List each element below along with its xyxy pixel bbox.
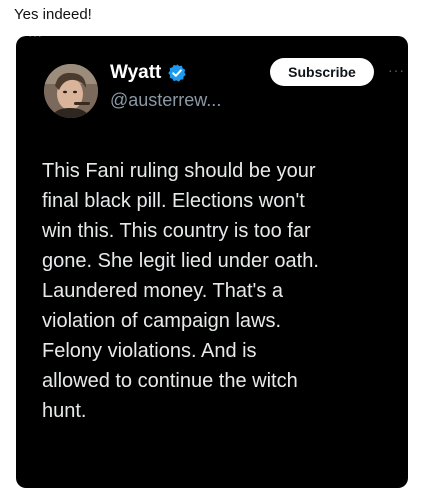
post-caption: Yes indeed! [14,6,92,23]
tweet-text: This Fani ruling should be your final bl… [42,160,319,422]
avatar-image [44,64,98,118]
subscribe-button[interactable]: Subscribe [270,58,374,86]
author-handle[interactable]: @austerrew... [110,90,221,111]
avatar[interactable] [44,64,98,118]
more-horizontal-icon[interactable]: ··· [388,62,405,78]
tweet-embed-card[interactable]: ··· Wyatt @austerrew... Subscribe ··· Th… [16,36,408,488]
cropped-header-text: ··· [28,36,43,43]
author-display-name[interactable]: Wyatt [110,62,161,84]
author-name-row[interactable]: Wyatt [110,62,187,84]
verified-badge-icon [167,63,187,83]
